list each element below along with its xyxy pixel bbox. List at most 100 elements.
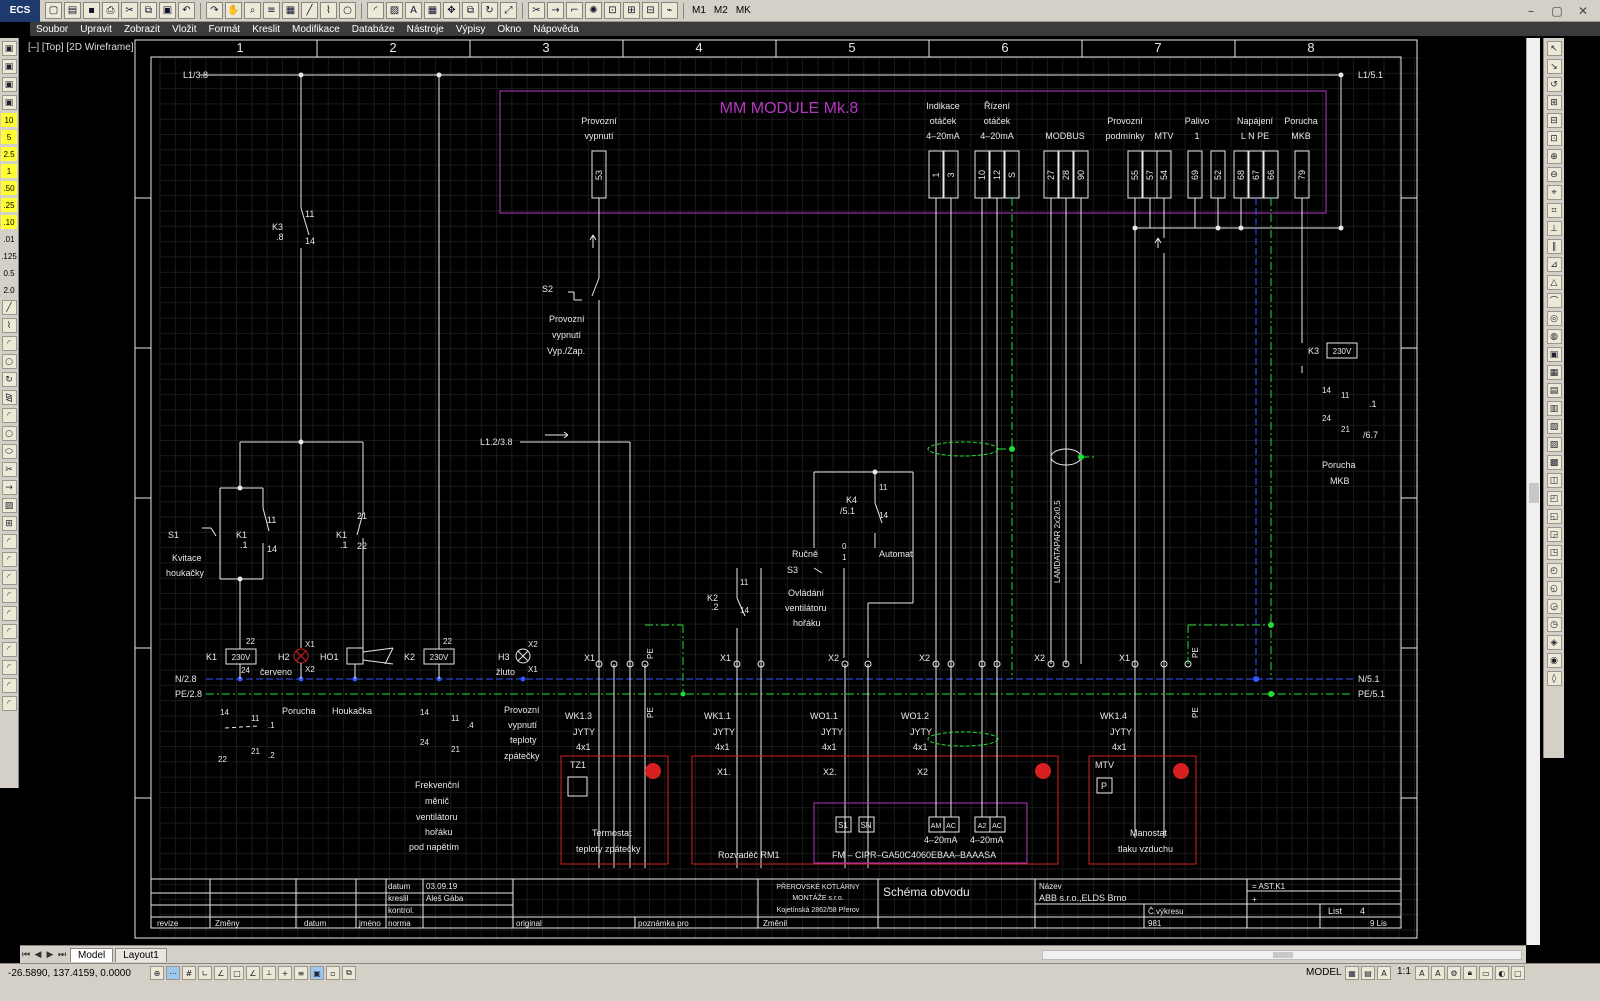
isolate-icon[interactable]: ◐ — [1494, 966, 1509, 980]
tool-icon[interactable]: ⌗ — [1546, 203, 1562, 218]
minimize-icon[interactable]: – — [1518, 2, 1544, 20]
app-menu-button[interactable]: ECS — [0, 0, 40, 22]
properties-icon[interactable]: ▦ — [282, 2, 299, 19]
extend-icon[interactable]: → — [547, 2, 564, 19]
tool-icon[interactable]: ◈ — [1546, 635, 1562, 650]
text-icon[interactable]: A — [405, 2, 422, 19]
menu-item-8[interactable]: Nástroje — [401, 24, 450, 35]
zoom-window-icon[interactable]: ⊡ — [604, 2, 621, 19]
tool-icon[interactable]: ◳ — [1546, 545, 1562, 560]
tool-icon[interactable]: ↘ — [1546, 59, 1562, 74]
maximize-icon[interactable]: ▢ — [1544, 2, 1570, 20]
zoom-prev-icon[interactable]: ⊟ — [642, 2, 659, 19]
menu-item-0[interactable]: Soubor — [30, 24, 74, 35]
schematic-drawing[interactable]: 1 2 3 4 5 6 7 8L1/3.8 L1/5.1N/2.8 N/5.1PE/2.8 PE/5… — [20, 38, 1526, 945]
tool-icon[interactable]: ⊿ — [1546, 257, 1562, 272]
polyline-icon[interactable]: ⌇ — [320, 2, 337, 19]
workspace-icon[interactable]: ⚙ — [1446, 966, 1461, 980]
layer-icon[interactable]: ≡ — [263, 2, 280, 19]
extend-icon[interactable]: → — [1, 480, 17, 495]
otrack-icon[interactable]: ∠ — [246, 966, 260, 980]
viewport-label[interactable]: [–] [Top] [2D Wireframe] — [28, 42, 134, 53]
hatch-icon[interactable]: ▨ — [386, 2, 403, 19]
tool-icon[interactable]: ◱ — [1546, 509, 1562, 524]
next-tab-icon[interactable]: ▶ — [44, 950, 56, 960]
tool-icon[interactable]: ▦ — [1546, 365, 1562, 380]
grid-icon[interactable]: # — [182, 966, 196, 980]
move-icon[interactable]: ✥ — [443, 2, 460, 19]
scale-button[interactable]: .10 — [1, 215, 17, 229]
tool-icon[interactable]: ◰ — [1546, 491, 1562, 506]
lock-icon[interactable]: 🔒︎ — [1462, 966, 1477, 980]
pan-icon[interactable]: ✋ — [225, 2, 242, 19]
ducs-icon[interactable]: ⟂ — [262, 966, 276, 980]
menu-item-3[interactable]: Vložit — [166, 24, 202, 35]
trim-icon[interactable]: ✂ — [528, 2, 545, 19]
menu-item-1[interactable]: Upravit — [74, 24, 118, 35]
arc-icon[interactable]: ◜ — [367, 2, 384, 19]
macro-button-m1[interactable]: M1 — [688, 5, 710, 16]
line-icon[interactable]: ╱ — [1, 300, 17, 315]
tool-icon[interactable]: ◎ — [1546, 311, 1562, 326]
annotation-scale-value[interactable]: 1:1 — [1393, 966, 1415, 980]
scale-button[interactable]: 2.5 — [1, 147, 17, 161]
tool-icon[interactable]: ◶ — [1546, 599, 1562, 614]
zoom-icon[interactable]: ⌕ — [244, 2, 261, 19]
tool-icon[interactable]: ◫ — [1546, 473, 1562, 488]
zoom-all-icon[interactable]: ⊞ — [623, 2, 640, 19]
match-icon[interactable]: ⌁ — [661, 2, 678, 19]
tool-icon[interactable]: △ — [1546, 275, 1562, 290]
tool-icon[interactable]: ⌖ — [1546, 185, 1562, 200]
dyn-icon[interactable]: + — [278, 966, 292, 980]
arc-icon[interactable]: ◜ — [1, 678, 17, 693]
scale-button[interactable]: 5 — [1, 130, 17, 144]
scale-button[interactable]: .125 — [1, 249, 17, 263]
tool-icon[interactable]: ∥ — [1546, 239, 1562, 254]
block-icon[interactable]: ⊞ — [1, 516, 17, 531]
tool-icon[interactable]: ◉ — [1546, 653, 1562, 668]
open-icon[interactable]: ▤ — [64, 2, 81, 19]
tool-icon[interactable]: ▧ — [1546, 419, 1562, 434]
redo-icon[interactable]: ↷ — [206, 2, 223, 19]
menu-item-5[interactable]: Kreslit — [246, 24, 286, 35]
tool-icon[interactable]: ◊ — [1546, 671, 1562, 686]
arc-icon[interactable]: ◜ — [1, 336, 17, 351]
tool-icon[interactable]: ◍ — [1546, 329, 1562, 344]
ortho-icon[interactable]: ∟ — [198, 966, 212, 980]
table-icon[interactable]: ▦ — [424, 2, 441, 19]
circle-icon[interactable]: ○ — [1, 426, 17, 441]
tool-icon[interactable]: ⊞ — [1546, 95, 1562, 110]
annotation-visibility-icon[interactable]: A — [1414, 966, 1429, 980]
tool-icon[interactable]: ◷ — [1546, 617, 1562, 632]
menu-item-9[interactable]: Výpisy — [450, 24, 491, 35]
menu-item-10[interactable]: Okno — [491, 24, 527, 35]
tool-icon[interactable]: ↖ — [1546, 41, 1562, 56]
scale-button[interactable]: 1 — [1, 164, 17, 178]
macro-button-m2[interactable]: M2 — [710, 5, 732, 16]
polyline-icon[interactable]: ⌇ — [1, 318, 17, 333]
match-icon[interactable]: ▣ — [1, 59, 17, 74]
tool-icon[interactable]: ⊕ — [1546, 149, 1562, 164]
model-space-toggle[interactable]: MODEL — [1306, 967, 1342, 978]
tool-icon[interactable]: ▤ — [1546, 383, 1562, 398]
scale-button[interactable]: .50 — [1, 181, 17, 195]
tool-icon[interactable]: ↺ — [1546, 77, 1562, 92]
copy-obj-icon[interactable]: ⧉ — [462, 2, 479, 19]
arc-icon[interactable]: ◜ — [1, 624, 17, 639]
annotation-scale-icon[interactable]: A — [1377, 966, 1391, 980]
arc-icon[interactable]: ◜ — [1, 660, 17, 675]
tool-icon[interactable]: ◵ — [1546, 581, 1562, 596]
mirror-icon[interactable]: ⧎ — [1, 390, 17, 405]
layer-icon[interactable]: ▣ — [1, 41, 17, 56]
menu-item-6[interactable]: Modifikace — [286, 24, 346, 35]
prev-tab-icon[interactable]: ◀ — [32, 950, 44, 960]
arc-icon[interactable]: ◜ — [1, 408, 17, 423]
save-icon[interactable]: ▪ — [83, 2, 100, 19]
tool-icon[interactable]: ▣ — [1546, 347, 1562, 362]
menu-item-7[interactable]: Databáze — [346, 24, 401, 35]
quick-view-drawings-icon[interactable]: ▤ — [1361, 966, 1375, 980]
macro-button-mk[interactable]: MK — [732, 5, 755, 16]
hardware-accel-icon[interactable]: ▭ — [1478, 966, 1493, 980]
arc-icon[interactable]: ◜ — [1, 570, 17, 585]
rotate-icon[interactable]: ↻ — [481, 2, 498, 19]
